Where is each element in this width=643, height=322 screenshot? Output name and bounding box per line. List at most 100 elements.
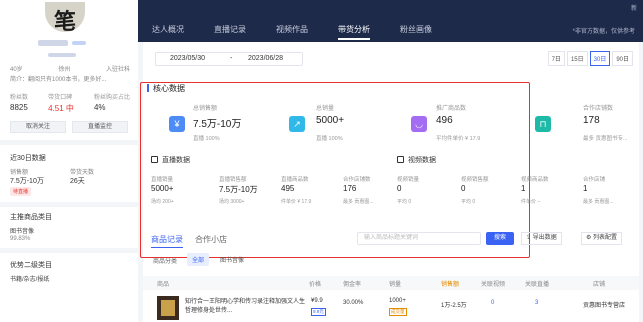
- video-products-value: 1: [521, 184, 526, 193]
- video-shops-sub: 最多 贡惠图...: [583, 199, 614, 205]
- category-filter-label: 商品分类: [153, 259, 178, 265]
- profile-meta-row: 40岁 徐州 入驻社科: [10, 64, 130, 73]
- profile-panel: 笔 40岁 徐州 入驻社科 简介：翻阅只有1000本书，更多好... 粉丝数 8…: [0, 0, 138, 322]
- live-icon: [151, 156, 158, 163]
- date-separator: -: [230, 55, 233, 62]
- video-revenue-label: 视频销售额: [461, 177, 489, 183]
- divider: [0, 202, 138, 207]
- search-input[interactable]: 输入商品标题关键词: [357, 232, 481, 245]
- product-commission: 30.00%: [343, 300, 364, 306]
- product-videos[interactable]: 0: [491, 300, 494, 306]
- trend-icon: ↗: [289, 116, 305, 132]
- table-header: 商品 价格 佣金率 销量 销售额 关联视频 关联直播 店铺: [143, 276, 639, 290]
- th-price[interactable]: 价格: [309, 279, 321, 288]
- tab-live-records[interactable]: 直播记录: [214, 24, 246, 35]
- kpi-volume-value: 5000+: [316, 115, 345, 126]
- unfollow-button[interactable]: 取消关注: [10, 121, 66, 133]
- tab-product-records[interactable]: 商品记录: [151, 234, 183, 248]
- product-sales: 1000+: [389, 298, 406, 304]
- blurred-name: [38, 40, 68, 46]
- range-7d-button[interactable]: 7日: [547, 51, 565, 66]
- chip-books[interactable]: 图书音像: [215, 253, 249, 266]
- recent-sales-value: 7.5万-10万: [10, 178, 44, 185]
- status-badge: 待直播: [10, 187, 32, 196]
- search-button[interactable]: 搜索: [486, 232, 514, 245]
- upload-icon: ⇪: [526, 235, 533, 241]
- product-shop[interactable]: 贡惠图书专营店: [583, 300, 625, 309]
- profile-stats: 粉丝数 8825 带货口碑 4.51 中 粉丝购买占比 4%: [10, 92, 130, 114]
- second-category-name: 书籍/杂志/报纸: [10, 277, 50, 283]
- range-buttons: 7日 15日 30日 90日: [546, 51, 633, 66]
- main-category-pct: 99.83%: [10, 236, 31, 242]
- recent-days-value: 26天: [70, 178, 85, 185]
- live-products-label: 直播商品数: [281, 177, 309, 183]
- second-category-title: 优势二级类目: [10, 262, 52, 269]
- video-products-label: 视频商品数: [521, 177, 549, 183]
- avatar-glyph: 笔: [53, 9, 76, 34]
- video-sales-sub: 平均 0: [397, 199, 412, 205]
- th-revenue[interactable]: 销售额: [441, 279, 459, 288]
- product-revenue: 1万-2.5万: [441, 303, 467, 309]
- column-config-button[interactable]: ⚙ 列表配置: [581, 232, 623, 245]
- video-sales-value: 0: [397, 184, 402, 193]
- th-product: 商品: [157, 282, 170, 288]
- video-revenue-sub: 平均 0: [461, 199, 476, 205]
- table-row[interactable]: 知行合一王阳明心学和传习录注释加强文人生哲理修身处世传... ¥9.9 9.9元…: [143, 294, 639, 322]
- product-price: ¥9.9: [311, 298, 323, 304]
- live-data-title: 直播数据: [162, 157, 190, 164]
- live-shops-sub: 最多 贡惠图...: [343, 199, 374, 205]
- kpi-revenue-label: 总销售额: [193, 106, 218, 112]
- kpi-products-label: 推广商品数: [436, 106, 467, 112]
- tab-partner-shops[interactable]: 合作小店: [195, 234, 227, 245]
- product-title[interactable]: 知行合一王阳明心学和传习录注释加强文人生哲理修身处世传...: [185, 298, 305, 316]
- profile-category: 入驻社科: [105, 67, 130, 73]
- tab-sales-analysis[interactable]: 带货分析: [338, 24, 370, 40]
- tab-fan-profile[interactable]: 粉丝画像: [400, 24, 432, 35]
- range-30d-button[interactable]: 30日: [589, 51, 611, 66]
- product-tabs: 商品记录 合作小店: [151, 234, 239, 248]
- stat-buyer-ratio-value: 4%: [93, 103, 106, 112]
- export-button[interactable]: ⇪ 导出数据: [521, 232, 562, 245]
- th-videos[interactable]: 关联视频: [481, 279, 505, 288]
- main-content: 2023/05/30 - 2023/06/28 7日 15日 30日 90日 核…: [140, 42, 639, 322]
- live-revenue-value: 7.5万-10万: [219, 185, 258, 194]
- live-products-sub: 件单价 ¥ 17.9: [281, 199, 312, 205]
- tab-videos[interactable]: 视频作品: [276, 24, 308, 35]
- stat-reputation-label: 带货口碑: [48, 95, 73, 101]
- range-15d-button[interactable]: 15日: [566, 51, 588, 66]
- video-data-title: 视频数据: [408, 157, 436, 164]
- stat-buyer-ratio: 粉丝购买占比 4%: [94, 92, 130, 114]
- column-config-label: 列表配置: [593, 235, 618, 241]
- live-monitor-button[interactable]: 直播监控: [72, 121, 128, 133]
- video-revenue-value: 0: [461, 184, 466, 193]
- stat-buyer-ratio-label: 粉丝购买占比: [93, 95, 130, 101]
- kpi-shops-value: 178: [583, 115, 600, 126]
- date-range-picker[interactable]: 2023/05/30 - 2023/06/28: [155, 52, 303, 66]
- th-shop: 店铺: [593, 282, 606, 288]
- video-shops-value: 1: [583, 184, 588, 193]
- tab-overview[interactable]: 达人概况: [152, 24, 184, 35]
- kpi-products-value: 496: [436, 115, 453, 126]
- live-shops-value: 176: [343, 184, 357, 193]
- th-sales[interactable]: 销量: [389, 279, 401, 288]
- kpi-revenue-sub: 直播 100%: [193, 136, 220, 142]
- chip-all[interactable]: 全部: [187, 253, 210, 266]
- divider: [0, 140, 138, 145]
- yen-icon: ¥: [169, 116, 185, 132]
- video-icon: [397, 156, 404, 163]
- video-sales-label: 视频销量: [397, 177, 420, 183]
- live-sales-label: 直播销量: [151, 177, 174, 183]
- th-commission[interactable]: 佣金率: [343, 279, 361, 288]
- date-start: 2023/05/30: [170, 55, 206, 62]
- stat-reputation-value: 4.51 中: [48, 104, 74, 113]
- core-data-title: 核心数据: [153, 84, 185, 93]
- recent-days-label: 带货天数: [70, 170, 95, 176]
- live-sales-sub: 场均 200+: [151, 199, 174, 205]
- kpi-shops-sub: 最多 贡惠图书专...: [583, 136, 628, 142]
- live-revenue-sub: 场均 3000+: [219, 199, 245, 205]
- product-lives[interactable]: 3: [535, 300, 538, 306]
- th-lives[interactable]: 关联直播: [525, 279, 549, 288]
- live-shops-label: 合作店铺数: [343, 177, 371, 183]
- kpi-products-sub: 平均件单价 ¥ 17.9: [436, 136, 481, 142]
- range-90d-button[interactable]: 90日: [612, 51, 633, 66]
